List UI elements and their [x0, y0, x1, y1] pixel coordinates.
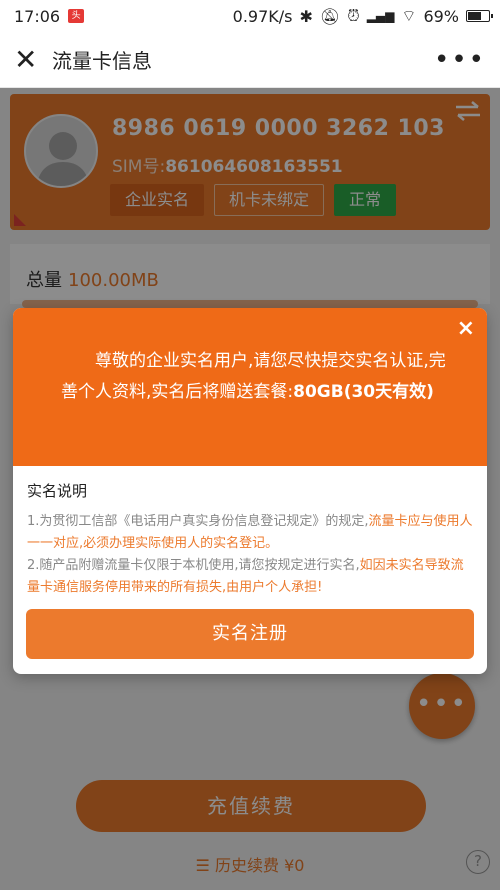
dialog-header: 尊敬的企业实名用户,请您尽快提交实名认证,完善个人资料,实名后将赠送套餐:80G…: [13, 308, 487, 466]
close-icon[interactable]: ✕: [14, 45, 44, 74]
status-bar: 17:06 头 0.97K/s ✱ 🔕︎ ⏰︎ ▂▄▆ ⌔ 69%: [0, 0, 500, 32]
signal-icon: ▂▄▆: [366, 9, 395, 23]
register-button[interactable]: 实名注册: [26, 609, 474, 659]
dialog-bonus: 80GB(30天有效): [293, 382, 434, 402]
status-right: 0.97K/s ✱ 🔕︎ ⏰︎ ▂▄▆ ⌔ 69%: [232, 6, 493, 26]
wifi-icon: ⌔: [401, 6, 417, 25]
battery-icon: [466, 10, 493, 22]
dialog-body: 实名说明 1.为贯彻工信部《电话用户真实身份信息登记规定》的规定,流量卡应与使用…: [13, 466, 487, 599]
rule-1: 1.为贯彻工信部《电话用户真实身份信息登记规定》的规定,流量卡应与使用人一一对应…: [27, 511, 473, 555]
real-name-dialog: 尊敬的企业实名用户,请您尽快提交实名认证,完善个人资料,实名后将赠送套餐:80G…: [13, 308, 487, 674]
rule-2: 2.随产品附赠流量卡仅限于本机使用,请您按规定进行实名,如因未实名导致流量卡通信…: [27, 555, 473, 599]
dialog-close-icon[interactable]: ×: [457, 316, 475, 341]
more-icon[interactable]: •••: [434, 47, 486, 73]
rule-2-text: 2.随产品附赠流量卡仅限于本机使用,请您按规定进行实名,: [27, 558, 360, 573]
network-speed: 0.97K/s: [232, 6, 293, 26]
status-time: 17:06: [14, 6, 61, 26]
section-title: 实名说明: [27, 482, 88, 500]
mute-icon: 🔕︎: [319, 6, 341, 26]
alarm-icon: ⏰︎: [347, 6, 360, 25]
rule-1-text: 1.为贯彻工信部《电话用户真实身份信息登记规定》的规定,: [27, 514, 369, 529]
dialog-message: 尊敬的企业实名用户,请您尽快提交实名认证,完善个人资料,实名后将赠送套餐:80G…: [61, 346, 457, 408]
bluetooth-icon: ✱: [299, 6, 313, 26]
page-title: 流量卡信息: [52, 49, 152, 73]
battery-percent: 69%: [423, 6, 459, 26]
app-badge-icon: 头: [68, 9, 85, 23]
nav-bar: ✕ 流量卡信息 •••: [0, 32, 500, 88]
